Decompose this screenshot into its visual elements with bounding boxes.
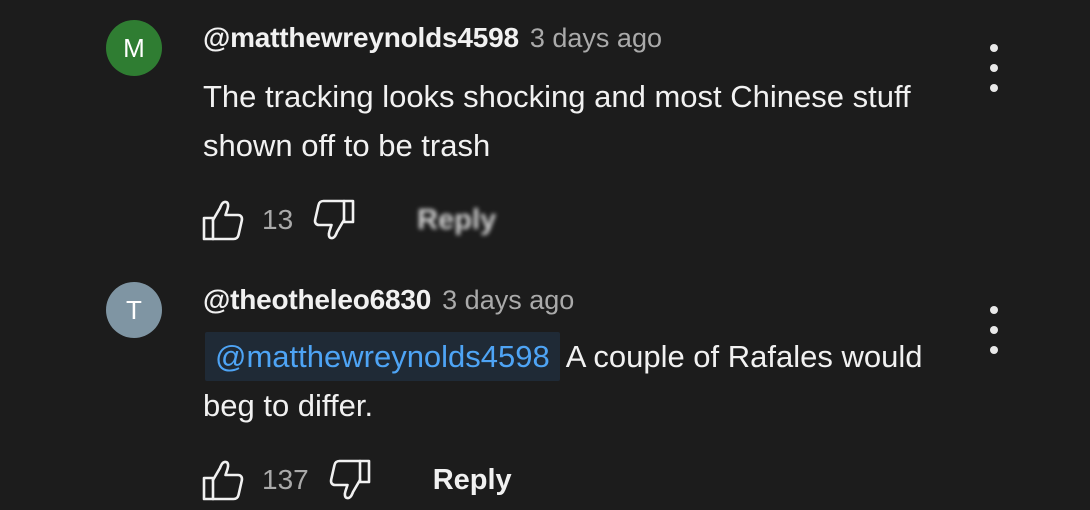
like-button[interactable] [200,197,246,243]
more-vertical-icon-dot [990,64,998,72]
comment-text: @matthewreynolds4598 A couple of Rafales … [203,332,963,430]
thumbs-up-icon [202,200,244,241]
comment-thread-item: T @theotheleo6830 3 days ago @matthewrey… [0,262,1090,510]
more-vertical-icon-dot [990,346,998,354]
reply-button[interactable]: Reply [417,204,496,237]
more-vertical-icon-dot [990,84,998,92]
comment-timestamp[interactable]: 3 days ago [442,285,574,316]
comment-menu-button[interactable] [978,306,1010,354]
comment-actions: 13 Reply [200,195,496,245]
like-count: 13 [262,204,294,235]
thumbs-down-icon [329,459,371,500]
avatar[interactable]: T [106,282,162,338]
more-vertical-icon [990,306,998,314]
dislike-button[interactable] [311,197,357,243]
comment-thread-item: M @matthewreynolds4598 3 days ago The tr… [0,0,1090,260]
like-button[interactable] [200,457,246,503]
dislike-button[interactable] [327,457,373,503]
avatar-letter: M [123,32,145,63]
thumbs-down-icon [313,199,355,240]
more-vertical-icon [990,44,998,52]
avatar-letter: T [126,294,142,325]
reply-button[interactable]: Reply [433,464,512,497]
author-name[interactable]: @theotheleo6830 [203,284,431,316]
avatar[interactable]: M [106,20,162,76]
comment-timestamp[interactable]: 3 days ago [530,23,662,54]
comment-header: @matthewreynolds4598 3 days ago [203,22,662,54]
comment-menu-button[interactable] [978,44,1010,92]
comment-text: The tracking looks shocking and most Chi… [203,79,911,163]
like-count: 137 [262,464,309,495]
mention-link[interactable]: @matthewreynolds4598 [205,332,560,381]
author-name[interactable]: @matthewreynolds4598 [203,22,519,54]
comment-header: @theotheleo6830 3 days ago [203,284,574,316]
more-vertical-icon-dot [990,326,998,334]
thumbs-up-icon [202,460,244,501]
comment-actions: 137 Reply [200,455,512,505]
